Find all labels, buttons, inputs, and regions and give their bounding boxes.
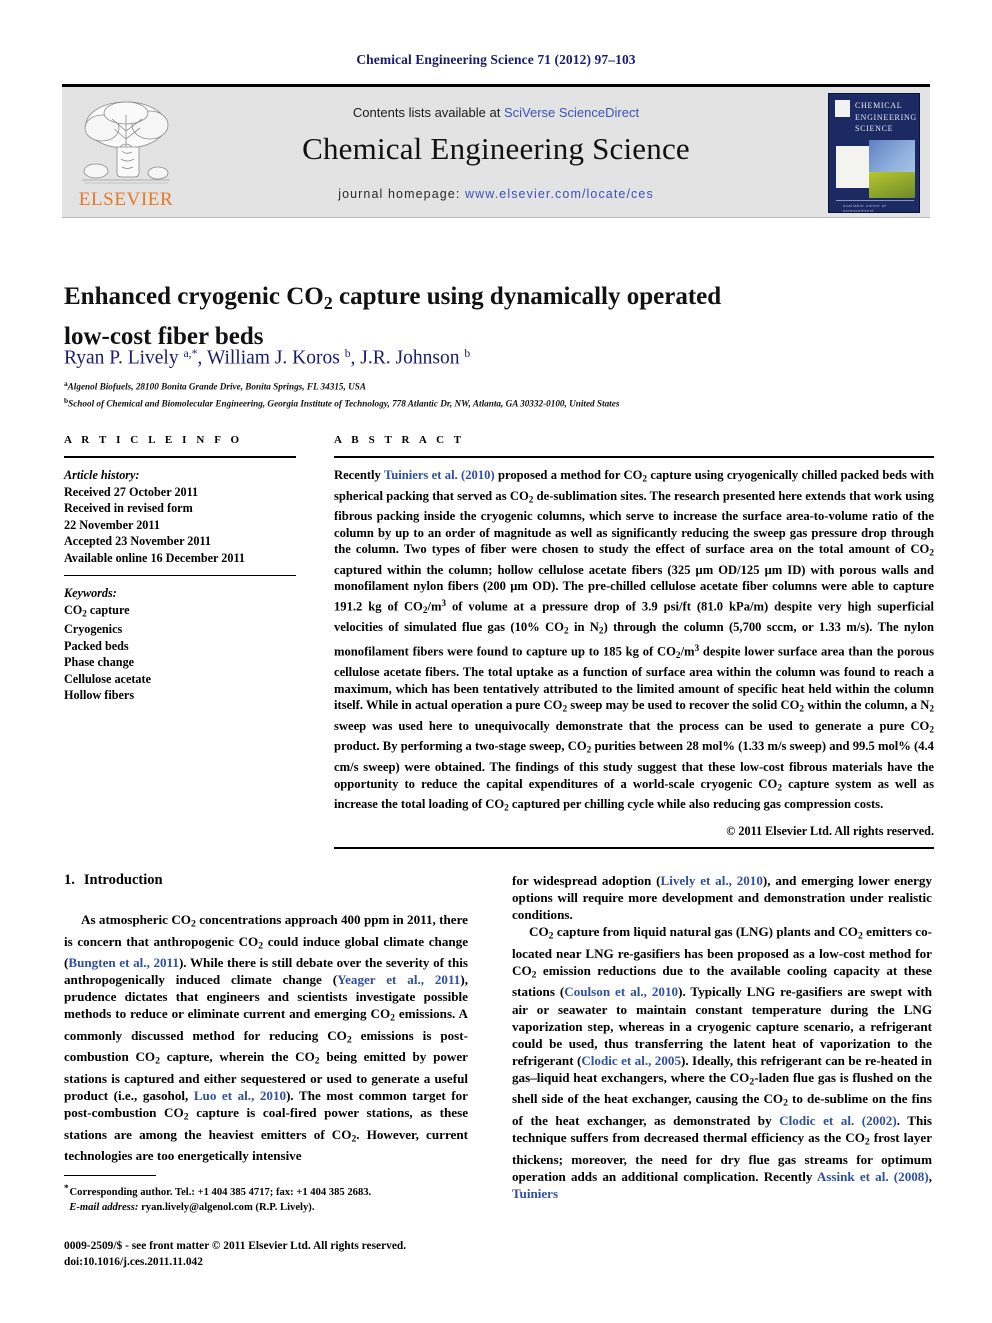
keyword-item: Phase change (64, 655, 135, 670)
section-heading-introduction: 1. Introduction (64, 872, 468, 889)
abstract-text: Recently Tuiniers et al. (2010) proposed… (334, 468, 935, 814)
affiliation-a: aAlgenol Biofuels, 28100 Bonita Grande D… (64, 377, 934, 394)
author-list: Ryan P. Lively a,*, William J. Koros b, … (64, 341, 864, 371)
body-paragraph-2: CO2 capture from liquid natural gas (LNG… (512, 924, 933, 1201)
contents-available-line: Contents lists available at SciVerse Sci… (190, 105, 802, 120)
keyword-item: Cellulose acetate (64, 671, 151, 686)
article-history-label: Article history: (64, 468, 140, 482)
journal-homepage-line: journal homepage: www.elsevier.com/locat… (190, 187, 802, 201)
title-part-a: Enhanced cryogenic CO (64, 282, 324, 310)
journal-title: Chemical Engineering Science (302, 131, 690, 166)
affiliation-list: aAlgenol Biofuels, 28100 Bonita Grande D… (64, 377, 934, 411)
affiliation-b-text: School of Chemical and Biomolecular Engi… (68, 398, 620, 409)
author-3-name[interactable]: J.R. Johnson (360, 347, 464, 368)
cover-art-blue (869, 140, 915, 174)
abstract-rule-bottom (334, 846, 934, 849)
abstract-citation-tuiniers[interactable]: Tuiniers et al. (2010) (384, 468, 495, 482)
article-info-rule-top (64, 456, 296, 458)
page-footer: 0009-2509/$ - see front matter © 2011 El… (64, 1239, 544, 1270)
citation-clodic-2002[interactable]: Clodic et al. (2002) (779, 1113, 897, 1128)
citation-tuiniers-body[interactable]: Tuiniers (512, 1186, 558, 1201)
keywords-label: Keywords: (64, 586, 117, 600)
section-title: Introduction (83, 872, 163, 888)
article-history-item: Available online 16 December 2011 (64, 550, 245, 565)
article-info-rule-middle (64, 575, 296, 576)
abstract-heading: A B S T R A C T (334, 434, 465, 446)
article-history-item: Received 27 October 2011 (64, 484, 199, 499)
abstract-rule-top (334, 456, 934, 458)
citation-luo[interactable]: Luo et al., 2010 (194, 1088, 286, 1103)
author-3-affil-marker: b (464, 347, 471, 360)
body-column-right: for widespread adoption (Lively et al., … (512, 872, 932, 1202)
citation-bungten[interactable]: Bungten et al., 2011 (68, 955, 179, 970)
footer-doi-line[interactable]: doi:10.1016/j.ces.2011.11.042 (64, 1255, 544, 1271)
affiliation-a-text: Algenol Biofuels, 28100 Bonita Grande Dr… (67, 381, 366, 392)
cover-title-line-2: ENGINEERING (855, 112, 917, 122)
citation-coulson[interactable]: Coulson et al., 2010 (564, 984, 678, 999)
corresponding-author-footnote: *Corresponding author. Tel.: +1 404 385 … (64, 1181, 470, 1215)
keyword-item: Cryogenics (64, 622, 123, 637)
citation-lively[interactable]: Lively et al., 2010 (661, 873, 763, 888)
citation-yeager[interactable]: Yeager et al., 2011 (337, 972, 460, 987)
abstract-copyright: © 2011 Elsevier Ltd. All rights reserved… (726, 823, 934, 838)
author-sep-2: , (350, 347, 361, 369)
elsevier-logo: ELSEVIER (70, 93, 182, 215)
footnote-corresponding-label: Corresponding author. (69, 1187, 173, 1199)
keyword-item: Packed beds (64, 638, 129, 653)
contents-prefix: Contents lists available at (352, 105, 504, 120)
section-number: 1. (64, 872, 75, 888)
body-paragraph-1-continued: for widespread adoption (Lively et al., … (512, 873, 932, 923)
abstract-block: A B S T R A C T Recently Tuiniers et al.… (334, 434, 934, 858)
cover-title-line-3: SCIENCE (855, 124, 894, 133)
homepage-url-link[interactable]: www.elsevier.com/locate/ces (465, 187, 654, 201)
citation-assink[interactable]: Assink et al. (2008) (817, 1169, 929, 1184)
footnote-email-label: E-mail address: (69, 1201, 139, 1213)
running-head: Chemical Engineering Science 71 (2012) 9… (356, 52, 636, 67)
body-column-left: 1. Introduction As atmospheric CO2 concen… (64, 872, 468, 1164)
cover-title: CHEMICAL ENGINEERING SCIENCE (855, 100, 917, 135)
cover-divider (836, 200, 914, 201)
homepage-prefix: journal homepage: (338, 187, 466, 201)
keyword-item: Hollow fibers (64, 688, 135, 703)
footer-issn-line: 0009-2509/$ - see front matter © 2011 El… (64, 1240, 407, 1252)
author-1-affil-marker: a,* (183, 347, 198, 360)
sciencedirect-link[interactable]: SciVerse ScienceDirect (504, 105, 639, 120)
cover-art-green (869, 172, 915, 198)
footnote-asterisk: * (64, 1183, 69, 1193)
article-info-heading: A R T I C L E I N F O (64, 434, 243, 446)
author-1-name[interactable]: Ryan P. Lively (64, 347, 183, 368)
title-part-b: capture using dynamically operated (332, 282, 722, 310)
elsevier-wordmark: ELSEVIER (78, 189, 174, 210)
title-subscript: 2 (323, 292, 333, 313)
author-sep-1: , (197, 347, 207, 369)
citation-clodic-2005[interactable]: Clodic et al., 2005 (581, 1053, 681, 1068)
article-info-block: A R T I C L E I N F O Article history: R… (64, 434, 296, 704)
article-history-item: 22 November 2011 (64, 517, 160, 532)
footnote-divider (64, 1175, 156, 1176)
article-history-item: Received in revised form (64, 501, 193, 515)
cover-elsevier-icon (835, 100, 850, 117)
cover-title-line-1: CHEMICAL (855, 101, 903, 110)
cover-footer-text: available online at sciencedirect (843, 203, 887, 213)
paper-page: Chemical Engineering Science 71 (2012) 9… (0, 0, 992, 1323)
footnote-tel: Tel.: +1 404 385 4717; fax: +1 404 385 2… (175, 1187, 372, 1199)
article-history-item: Accepted 23 November 2011 (64, 534, 212, 548)
body-paragraph-1: As atmospheric CO2 concentrations approa… (64, 912, 469, 1164)
keyword-item: CO2 capture (64, 602, 130, 618)
journal-masthead: ELSEVIER Contents lists available at Sci… (62, 84, 930, 218)
footnote-email[interactable]: ryan.lively@algenol.com (R.P. Lively). (141, 1202, 314, 1213)
affiliation-b: bSchool of Chemical and Biomolecular Eng… (64, 394, 934, 411)
elsevier-tree-icon (82, 101, 170, 184)
author-2-name[interactable]: William J. Koros (207, 347, 345, 368)
journal-cover-thumbnail: CHEMICAL ENGINEERING SCIENCE available o… (828, 93, 920, 213)
